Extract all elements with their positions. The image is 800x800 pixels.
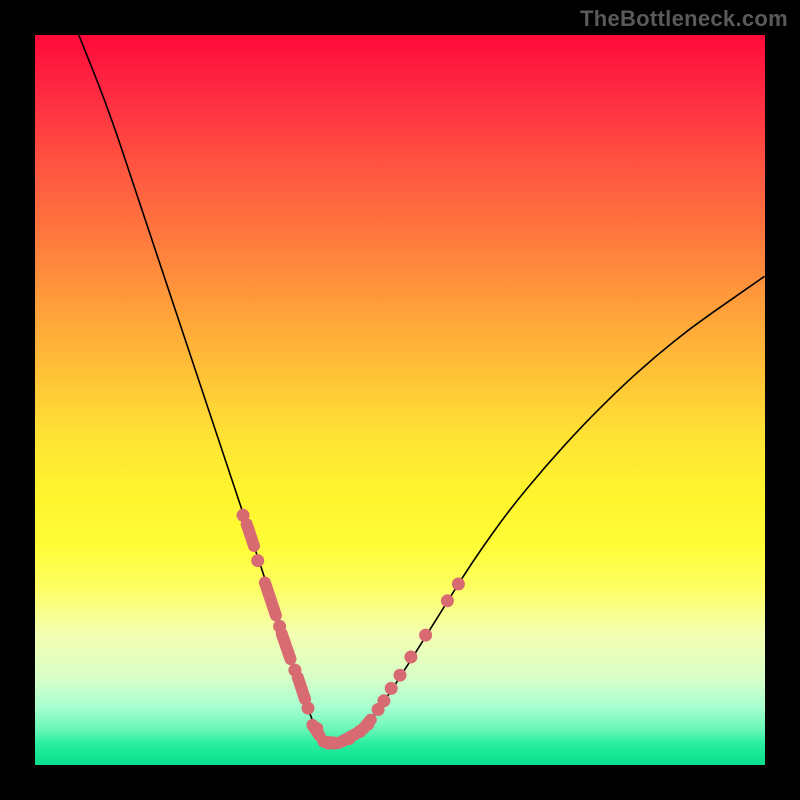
marker-dot <box>302 702 315 715</box>
marker-dot <box>328 737 341 750</box>
marker-segment <box>298 677 305 699</box>
marker-dot <box>310 722 323 735</box>
plot-area <box>35 35 765 765</box>
chart-stage: TheBottleneck.com <box>0 0 800 800</box>
marker-dot <box>377 694 390 707</box>
marker-dot <box>394 669 407 682</box>
watermark-text: TheBottleneck.com <box>580 6 788 32</box>
marker-segment <box>282 634 291 660</box>
marker-segment <box>247 524 254 546</box>
marker-dot <box>385 682 398 695</box>
marker-dot <box>361 718 374 731</box>
marker-dot <box>273 620 286 633</box>
chart-svg <box>35 35 765 765</box>
marker-dot <box>441 594 454 607</box>
marker-dot <box>404 651 417 664</box>
marker-dot <box>419 629 432 642</box>
marker-dot <box>288 664 301 677</box>
marker-dot <box>452 578 465 591</box>
marker-dot <box>237 509 250 522</box>
marker-dot <box>342 732 355 745</box>
marker-dot <box>251 554 264 567</box>
marker-segment <box>265 583 276 616</box>
